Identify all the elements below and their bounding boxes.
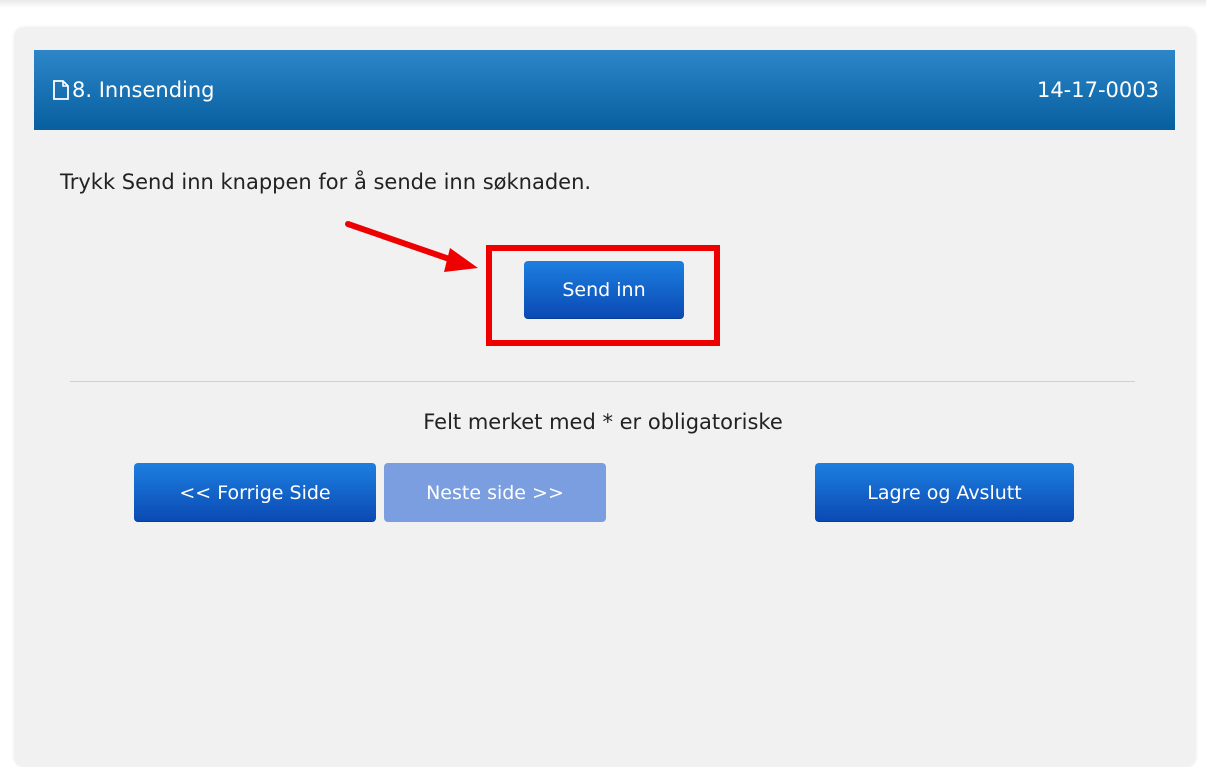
send-inn-button[interactable]: Send inn: [524, 261, 684, 319]
page-top-strip: [0, 0, 1206, 8]
divider: [70, 381, 1135, 382]
document-icon: [52, 80, 70, 100]
panel-header: 8. Innsending 14-17-0003: [34, 50, 1175, 130]
form-panel: 8. Innsending 14-17-0003: [14, 27, 1196, 767]
header-title-group: 8. Innsending: [52, 50, 215, 130]
application-reference: 14-17-0003: [1036, 78, 1159, 102]
instruction-text: Trykk Send inn knappen for å sende inn s…: [60, 170, 592, 194]
next-page-button: Neste side >>: [384, 463, 606, 522]
save-and-exit-button[interactable]: Lagre og Avslutt: [815, 463, 1074, 522]
previous-page-button[interactable]: << Forrige Side: [134, 463, 376, 522]
page-title: 8. Innsending: [72, 78, 215, 102]
required-fields-note: Felt merket med * er obligatoriske: [423, 410, 783, 434]
